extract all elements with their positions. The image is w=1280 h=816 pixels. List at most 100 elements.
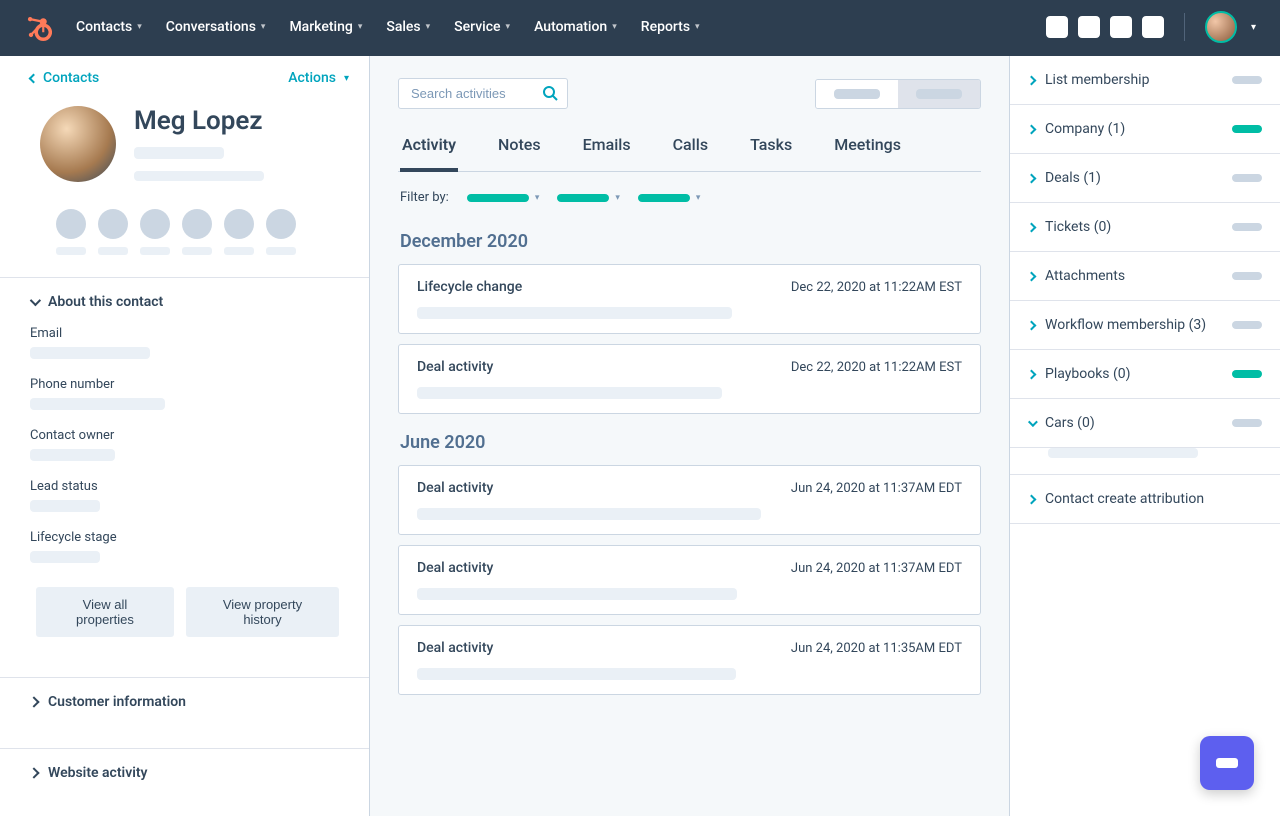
activity-title: Deal activity <box>417 640 493 656</box>
chevron-down-icon <box>30 295 41 306</box>
field-label-owner: Contact owner <box>30 428 339 443</box>
activity-date: Jun 24, 2020 at 11:37AM EDT <box>791 561 962 576</box>
activity-date: Dec 22, 2020 at 11:22AM EST <box>791 280 962 295</box>
activity-date: Jun 24, 2020 at 11:37AM EDT <box>791 481 962 496</box>
skeleton <box>98 247 128 255</box>
chat-fab[interactable] <box>1200 736 1254 790</box>
skeleton <box>30 398 165 410</box>
skeleton <box>182 247 212 255</box>
quick-action-icon[interactable] <box>266 209 296 239</box>
nav-item-conversations[interactable]: Conversations▾ <box>166 19 266 35</box>
skeleton <box>417 387 722 399</box>
tab-emails[interactable]: Emails <box>581 125 633 171</box>
activity-card[interactable]: Deal activity Jun 24, 2020 at 11:37AM ED… <box>398 545 981 615</box>
user-avatar[interactable] <box>1205 11 1237 43</box>
quick-action-icon[interactable] <box>56 209 86 239</box>
accordion-label: Website activity <box>48 765 148 781</box>
view-property-history-button[interactable]: View property history <box>186 587 339 637</box>
sidebar-section[interactable]: Company (1) <box>1010 105 1280 154</box>
chevron-right-icon <box>28 767 39 778</box>
chevron-down-icon: ▾ <box>506 22 511 32</box>
contact-avatar[interactable] <box>40 106 116 182</box>
activity-card[interactable]: Deal activity Dec 22, 2020 at 11:22AM ES… <box>398 344 981 414</box>
nav-right: ▾ <box>1046 11 1256 43</box>
sidebar-section-body <box>1010 448 1280 474</box>
sidebar-section[interactable]: Workflow membership (3) <box>1010 301 1280 350</box>
chevron-down-icon: ▾ <box>344 73 349 84</box>
tab-notes[interactable]: Notes <box>496 125 543 171</box>
skeleton <box>1232 125 1262 133</box>
activity-title: Deal activity <box>417 480 493 496</box>
chevron-down-icon: ▾ <box>695 22 700 32</box>
view-toggle[interactable] <box>815 79 981 109</box>
filter-dropdown[interactable]: ▾ <box>557 193 620 203</box>
activity-card[interactable]: Deal activity Jun 24, 2020 at 11:35AM ED… <box>398 625 981 695</box>
activity-title: Deal activity <box>417 359 493 375</box>
sidebar-section[interactable]: Cars (0) <box>1010 399 1280 448</box>
search-icon <box>542 85 558 101</box>
hubspot-logo-icon[interactable] <box>24 13 52 41</box>
sidebar-section[interactable]: Playbooks (0) <box>1010 350 1280 399</box>
nav-item-marketing[interactable]: Marketing▾ <box>289 19 362 35</box>
filter-dropdown[interactable]: ▾ <box>638 193 701 203</box>
sidebar-section[interactable]: List membership <box>1010 56 1280 105</box>
skeleton <box>134 171 264 181</box>
chevron-down-icon: ▾ <box>358 22 363 32</box>
website-activity-accordion[interactable]: Website activity <box>0 749 369 797</box>
activity-date: Dec 22, 2020 at 11:22AM EST <box>791 360 962 375</box>
quick-action-icon[interactable] <box>98 209 128 239</box>
nav-label: Conversations <box>166 19 256 35</box>
activity-title: Lifecycle change <box>417 279 522 295</box>
nav-item-automation[interactable]: Automation▾ <box>534 19 617 35</box>
chevron-right-icon <box>1027 124 1037 134</box>
chevron-down-icon[interactable]: ▾ <box>1251 22 1256 33</box>
chevron-left-icon <box>29 73 39 83</box>
sidebar-section[interactable]: Contact create attribution <box>1010 475 1280 524</box>
skeleton <box>1232 419 1262 427</box>
nav-label: Reports <box>641 19 690 35</box>
quick-action-icon[interactable] <box>182 209 212 239</box>
right-panel: List membership Company (1) Deals (1) Ti… <box>1010 56 1280 816</box>
field-label-lead-status: Lead status <box>30 479 339 494</box>
left-panel: Contacts Actions ▾ Meg Lopez <box>0 56 370 816</box>
chevron-right-icon <box>28 696 39 707</box>
sidebar-section[interactable]: Deals (1) <box>1010 154 1280 203</box>
field-label-lifecycle: Lifecycle stage <box>30 530 339 545</box>
nav-item-reports[interactable]: Reports ▾ <box>641 19 700 35</box>
nav-icon-button[interactable] <box>1078 16 1100 38</box>
view-all-properties-button[interactable]: View all properties <box>36 587 174 637</box>
customer-information-accordion[interactable]: Customer information <box>0 678 369 726</box>
nav-item-service[interactable]: Service▾ <box>454 19 510 35</box>
chevron-down-icon: ▾ <box>535 193 540 203</box>
sidebar-section[interactable]: Attachments <box>1010 252 1280 301</box>
divider <box>1184 13 1185 41</box>
contact-name: Meg Lopez <box>134 106 264 136</box>
actions-dropdown[interactable]: Actions ▾ <box>288 70 349 86</box>
tab-tasks[interactable]: Tasks <box>748 125 794 171</box>
tab-activity[interactable]: Activity <box>400 125 458 172</box>
sidebar-section[interactable]: Tickets (0) <box>1010 203 1280 252</box>
nav-menu: Contacts▾ Conversations▾ Marketing▾ Sale… <box>76 19 1046 35</box>
nav-label: Contacts <box>76 19 132 35</box>
top-nav: Contacts▾ Conversations▾ Marketing▾ Sale… <box>0 0 1280 54</box>
nav-icon-button[interactable] <box>1142 16 1164 38</box>
chevron-down-icon: ▾ <box>696 193 701 203</box>
skeleton <box>30 500 100 512</box>
activity-card[interactable]: Deal activity Jun 24, 2020 at 11:37AM ED… <box>398 465 981 535</box>
tab-calls[interactable]: Calls <box>671 125 710 171</box>
quick-action-icon[interactable] <box>224 209 254 239</box>
nav-item-contacts[interactable]: Contacts ▾ <box>76 19 142 35</box>
sidebar-section-label: Tickets (0) <box>1045 219 1222 235</box>
nav-icon-button[interactable] <box>1046 16 1068 38</box>
chevron-down-icon: ▾ <box>137 22 142 32</box>
filter-dropdown[interactable]: ▾ <box>467 193 540 203</box>
nav-item-sales[interactable]: Sales▾ <box>386 19 430 35</box>
activity-card[interactable]: Lifecycle change Dec 22, 2020 at 11:22AM… <box>398 264 981 334</box>
tab-meetings[interactable]: Meetings <box>832 125 903 171</box>
activity-month-heading: June 2020 <box>400 432 979 453</box>
skeleton <box>834 89 880 99</box>
back-to-contacts-link[interactable]: Contacts <box>30 70 99 86</box>
quick-action-icon[interactable] <box>140 209 170 239</box>
about-contact-accordion[interactable]: About this contact <box>0 278 369 326</box>
nav-icon-button[interactable] <box>1110 16 1132 38</box>
